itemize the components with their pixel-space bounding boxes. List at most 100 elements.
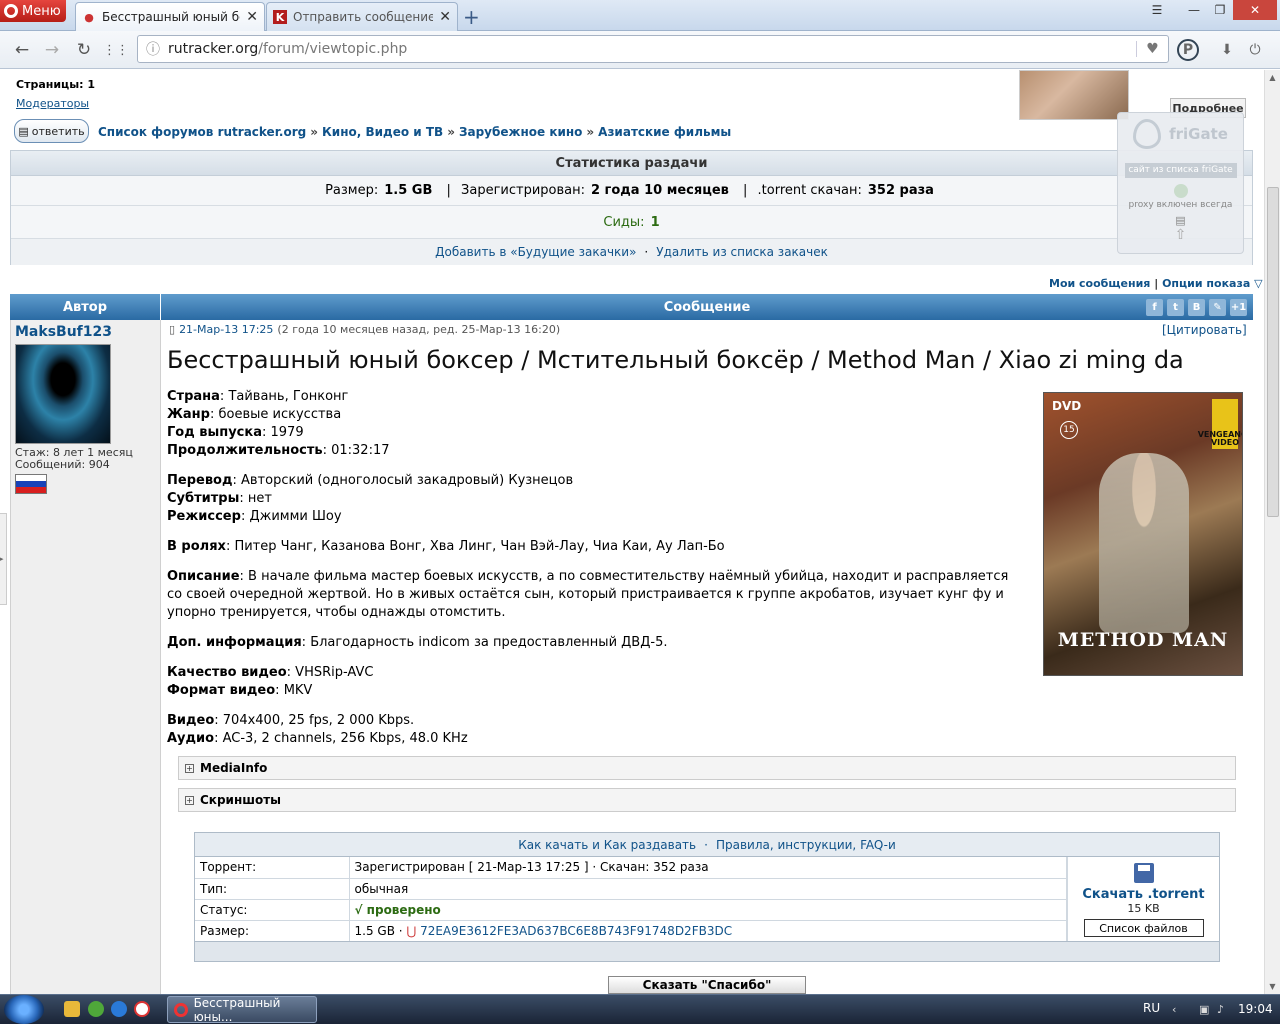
scroll-thumb[interactable] [1267, 187, 1279, 517]
field-line: Год выпуска: 1979 [167, 425, 304, 440]
scroll-down-icon[interactable]: ▼ [1265, 982, 1280, 991]
google-plus-icon[interactable]: +1 [1230, 299, 1247, 316]
frigate-site-button[interactable]: сайт из списка friGate [1124, 163, 1237, 178]
post-icon: ▯ [169, 323, 176, 336]
arrow-up-icon[interactable]: ⇧ [1118, 227, 1243, 243]
site-info-icon[interactable]: ⓘ [138, 39, 168, 59]
ad-image[interactable] [1019, 70, 1129, 120]
page-scrollbar[interactable]: ▲ ▼ [1264, 70, 1280, 994]
facebook-icon[interactable]: f [1146, 299, 1163, 316]
minimize-icon[interactable]: — [1180, 0, 1208, 20]
opera-logo-icon [174, 1002, 188, 1017]
spoiler-screenshots[interactable]: + Скриншоты [178, 788, 1236, 812]
how-to-link[interactable]: Как качать и Как раздавать [518, 838, 696, 852]
breadcrumb-asian[interactable]: Азиатские фильмы [598, 125, 731, 139]
display-options-link[interactable]: Опции показа [1162, 277, 1250, 290]
clock[interactable]: 19:04 [1238, 1002, 1273, 1016]
avatar [15, 344, 111, 444]
close-tab-icon[interactable]: ✕ [439, 9, 451, 25]
start-button-icon[interactable] [4, 995, 44, 1024]
rules-link[interactable]: Правила, инструкции, FAQ-и [716, 838, 896, 852]
magnet-hash-link[interactable]: 72EA9E3612FE3AD637BC6E8B743F91748D2FB3DC [420, 924, 732, 938]
frigate-widget: friGate сайт из списка friGate proxy вкл… [1117, 112, 1244, 254]
field-group: Видео: 704x400, 25 fps, 2 000 Kbps. Аудио… [167, 712, 1027, 748]
close-window-icon[interactable]: ✕ [1233, 0, 1277, 20]
field-group: Доп. информация: Благодарность indicom з… [167, 634, 1027, 652]
sidebar-toggle-icon[interactable]: ▸ [0, 513, 7, 605]
field-key: Перевод [167, 473, 233, 488]
internet-explorer-icon[interactable] [111, 1001, 127, 1017]
vk-icon[interactable]: B [1188, 299, 1205, 316]
author-name[interactable]: MaksBuf123 [15, 324, 112, 340]
tab-send-message[interactable]: K Отправить сообщение: in ✕ [266, 2, 458, 31]
media-player-icon[interactable] [64, 1001, 80, 1017]
field-value: В начале фильма мастер боевых искусств, … [167, 569, 1009, 620]
expand-icon: + [185, 795, 194, 805]
download-icon[interactable]: ⬇ [1215, 38, 1239, 62]
network-icon[interactable]: ▣ [1199, 1003, 1211, 1016]
scroll-up-icon[interactable]: ▲ [1265, 73, 1280, 82]
post-date-link[interactable]: 21-Мар-13 17:25 [179, 323, 273, 336]
power-icon[interactable]: ⏻ [1243, 38, 1267, 62]
field-line: В ролях: Питер Чанг, Казанова Вонг, Хва … [167, 539, 725, 554]
livejournal-icon[interactable]: ✎ [1209, 299, 1226, 316]
bookmark-heart-icon[interactable]: ♥ [1136, 41, 1168, 57]
download-torrent-link[interactable]: Скачать .torrent [1082, 887, 1204, 902]
us-flag-icon[interactable]: ▤ [1118, 214, 1243, 227]
spoiler-mediainfo[interactable]: + MediaInfo [178, 756, 1236, 780]
extension-p-icon[interactable]: P [1177, 39, 1199, 61]
new-tab-icon[interactable]: + [463, 5, 480, 29]
close-tab-icon[interactable]: ✕ [246, 9, 258, 25]
seeds-row: Сиды: 1 [11, 206, 1252, 239]
page-content: Страницы: 1 Модераторы ▤ ответить Список … [0, 70, 1264, 994]
add-future-downloads-link[interactable]: Добавить в «Будущие закачки» [435, 245, 636, 259]
magnet-icon[interactable]: ⋃ [406, 924, 416, 938]
breadcrumb-foreign[interactable]: Зарубежное кино [459, 125, 582, 139]
maximize-icon[interactable]: ❐ [1206, 0, 1234, 20]
power-icon[interactable] [1173, 184, 1188, 198]
address-bar[interactable]: ⓘ rutracker.org/forum/viewtopic.php ♥ [137, 35, 1169, 63]
tab-active[interactable]: ● Бесстрашный юный бок ✕ [75, 2, 265, 31]
yandex-browser-icon[interactable] [134, 1001, 150, 1017]
stats-header: Статистика раздачи [11, 151, 1252, 176]
file-list-button[interactable]: Список файлов [1083, 919, 1204, 937]
breadcrumb-forum-list[interactable]: Список форумов rutracker.org [98, 125, 306, 139]
poster-image[interactable]: DVD 15 VENGEANCE VIDEO METHOD MAN [1043, 392, 1243, 676]
tabs-menu-icon[interactable]: ☰ [1143, 0, 1171, 20]
field-group: В ролях: Питер Чанг, Казанова Вонг, Хва … [167, 538, 1027, 556]
back-icon[interactable]: ← [10, 38, 34, 62]
pages-value[interactable]: 1 [87, 78, 95, 91]
table-row: Размер: 1.5 GB · ⋃ 72EA9E3612FE3AD637BC6E… [195, 920, 1067, 942]
twitter-icon[interactable]: t [1167, 299, 1184, 316]
chevron-down-icon[interactable]: ▽ [1250, 277, 1262, 290]
field-value: 1979 [270, 425, 304, 440]
reply-button[interactable]: ▤ ответить [14, 119, 89, 143]
my-messages-link[interactable]: Мои сообщения [1049, 277, 1150, 290]
field-value: Благодарность indicom за предоставленный… [310, 635, 668, 650]
quote-button[interactable]: [Цитировать] [1162, 323, 1247, 337]
field-value: VHSRip-AVC [295, 665, 374, 680]
author-column-header: Автор [10, 294, 161, 320]
moderators-link[interactable]: Модераторы [16, 97, 89, 110]
thanks-button[interactable]: Сказать "Спасибо" [608, 976, 806, 994]
remove-downloads-link[interactable]: Удалить из списка закачек [656, 245, 828, 259]
torrent-info-table: Торрент: Зарегистрирован [ 21-Мар-13 17:2… [195, 857, 1067, 942]
volume-icon[interactable]: ♪ [1217, 1003, 1229, 1016]
field-line: Доп. информация: Благодарность indicom з… [167, 635, 668, 650]
app-icon[interactable] [88, 1001, 104, 1017]
field-key: Видео [167, 713, 215, 728]
russia-flag-icon [15, 474, 47, 494]
field-key: Качество видео [167, 665, 287, 680]
floppy-disk-icon[interactable] [1133, 863, 1154, 883]
field-line: Перевод: Авторский (одноголосый закадров… [167, 473, 574, 488]
speed-dial-icon[interactable]: ⋮⋮ [103, 38, 129, 62]
breadcrumb: Список форумов rutracker.org» Кино, Видео… [98, 125, 732, 139]
language-indicator[interactable]: RU [1143, 1001, 1160, 1015]
forward-icon[interactable]: → [40, 38, 64, 62]
reload-icon[interactable]: ↻ [72, 38, 96, 62]
opera-menu-button[interactable]: Меню [0, 0, 66, 22]
tray-arrow-icon[interactable]: ‹ [1172, 1003, 1184, 1016]
field-key: Год выпуска [167, 425, 262, 440]
breadcrumb-cinema[interactable]: Кино, Видео и ТВ [322, 125, 443, 139]
taskbar-opera-window[interactable]: Бесстрашный юны... [167, 996, 317, 1024]
